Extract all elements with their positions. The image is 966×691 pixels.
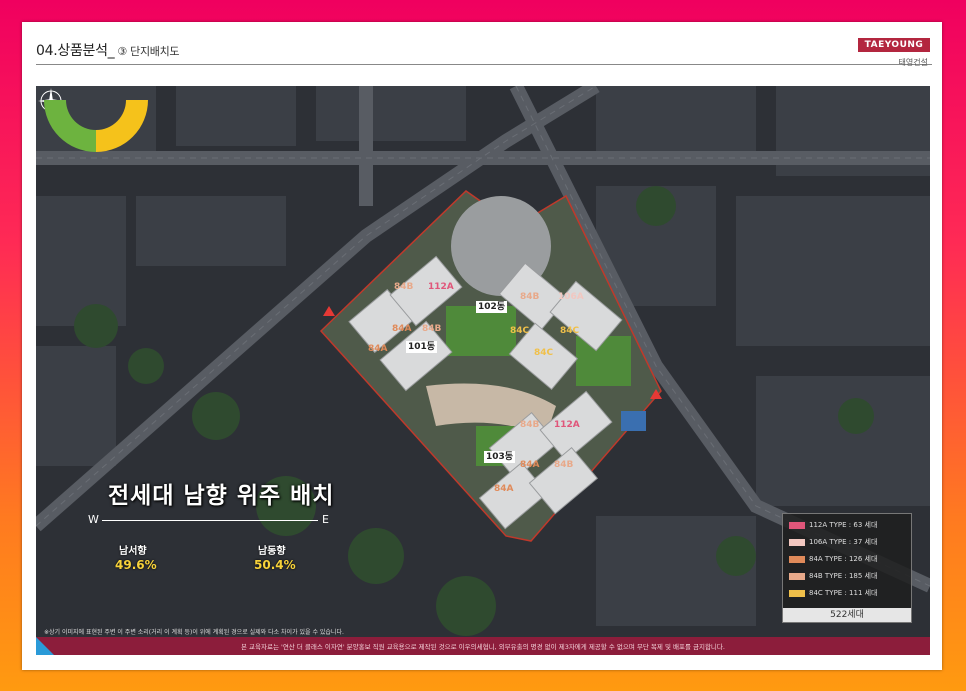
legend-row: 84C TYPE : 111 세대 (789, 588, 878, 599)
unit-label: 84A (520, 460, 540, 470)
legend-swatch (789, 538, 805, 546)
unit-label: 84A (392, 324, 412, 334)
orientation-donut-chart (44, 100, 148, 152)
legend-swatch (789, 521, 805, 529)
unit-label: 84B (394, 282, 414, 292)
unit-label: 106A (558, 292, 584, 302)
building-101: 101동 (406, 341, 438, 353)
unit-label: 84B (554, 460, 574, 470)
slide: 04.상품분석_ ③ 단지배치도 TAEYOUNG 태영건설 101동 102동… (22, 22, 942, 670)
southeast-label: 남동향 (258, 546, 286, 557)
unit-type-legend: 112A TYPE : 63 세대 106A TYPE : 37 세대 84A … (782, 513, 912, 623)
legend-swatch (789, 555, 805, 563)
section-title: 04.상품분석_ (36, 43, 115, 59)
southwest-value: 49.6% (115, 558, 157, 572)
unit-label: 84A (368, 344, 388, 354)
building-103: 103동 (484, 451, 516, 463)
legend-row: 84B TYPE : 185 세대 (789, 571, 877, 582)
legend-swatch (789, 589, 805, 597)
donut-west-segment (44, 100, 96, 152)
southwest-label: 남서향 (119, 546, 147, 557)
unit-label: 112A (554, 420, 580, 430)
unit-label: 84A (494, 484, 514, 494)
site-map: 101동 102동 103동 84B 112A 84B 106A 84A 84B… (36, 86, 930, 637)
map-disclaimer: ※상기 이미지에 표현된 주변 이 주변 소리(거리 이 계획 등)이 위에 계… (44, 629, 344, 636)
unit-label: 84C (534, 348, 554, 358)
legend-swatch (789, 572, 805, 580)
legend-row: 106A TYPE : 37 세대 (789, 537, 877, 548)
unit-label: 84B (422, 324, 442, 334)
headline: 전세대 남향 위주 배치 (108, 483, 335, 509)
legend-row: 84A TYPE : 126 세대 (789, 554, 877, 565)
southeast-value: 50.4% (254, 558, 296, 572)
taeyoung-logo: TAEYOUNG (858, 38, 930, 52)
logo-subtitle: 태영건설 (898, 58, 928, 67)
axis-west-label: W (88, 513, 99, 526)
footer-text: 본 교육자료는 '연산 더 클래스 이자연' 분양홍보 직원 교육용으로 제작된… (241, 643, 725, 651)
unit-label: 84B (520, 292, 540, 302)
page-title: 04.상품분석_ ③ 단지배치도 (36, 40, 180, 60)
unit-label: 112A (428, 282, 454, 292)
axis-east-label: E (322, 513, 329, 526)
building-102: 102동 (476, 301, 508, 313)
orientation-axis (102, 520, 318, 521)
subsection-title: ③ 단지배치도 (117, 45, 180, 58)
header-divider (36, 64, 932, 65)
legend-row: 112A TYPE : 63 세대 (789, 520, 877, 531)
unit-label: 84C (560, 326, 580, 336)
legend-total: 522세대 (783, 608, 911, 622)
unit-label: 84C (510, 326, 530, 336)
donut-east-segment (96, 100, 148, 152)
unit-label: 84B (520, 420, 540, 430)
footer-bar: 본 교육자료는 '연산 더 클래스 이자연' 분양홍보 직원 교육용으로 제작된… (36, 637, 930, 655)
